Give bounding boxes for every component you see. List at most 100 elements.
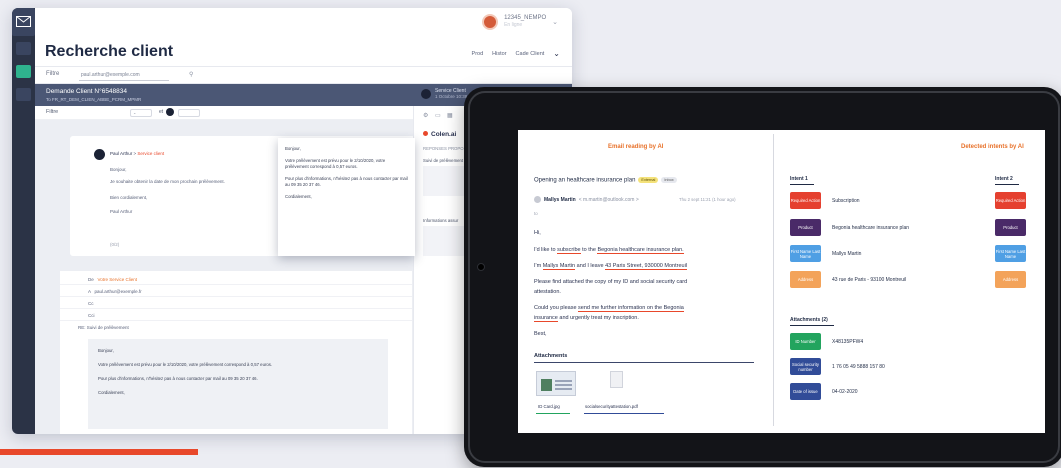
assistant-title: Colen.ai [423, 131, 456, 138]
thread-filter-row: Filtre ⌄ et [35, 106, 413, 120]
grid-icon[interactable]: ▦ [447, 112, 453, 119]
intent-1-label: Intent 1 [790, 176, 808, 182]
attachments-title: Attachments (2) [790, 317, 828, 323]
tag-name: First Name Last Name [790, 245, 821, 262]
attachment-value: 04-02-2020 [832, 389, 858, 395]
intent-2-label: Intent 2 [995, 176, 1013, 182]
inbox-badge: Inbox [661, 177, 677, 183]
composite-scene: 12345_NEMPO En ligne ⌄ Recherche client P… [0, 0, 1061, 468]
tag-product: Product [790, 219, 821, 236]
search-icon[interactable]: ⚲ [189, 71, 193, 78]
filter-select-2[interactable] [178, 109, 200, 117]
avatar [482, 14, 499, 30]
reply-subject[interactable]: RE: Suivi de prélèvement [60, 323, 412, 333]
intents-panel-title: Detected intents by AI [961, 144, 1024, 150]
avatar [534, 196, 541, 203]
agent-dot [166, 108, 174, 116]
accent-bar [0, 449, 198, 455]
email-sender: Mallys Martin < m.martin@outlook.com > [534, 196, 639, 203]
chat-app-button[interactable] [16, 65, 31, 78]
top-bar: 12345_NEMPO En ligne ⌄ [35, 8, 572, 36]
attachments-label: Attachments [534, 353, 568, 359]
email-timestamp: Thu 2 sept 11:21 (1 hour ago) [679, 197, 736, 202]
attachment-filename[interactable]: socialsecurityattestation.pdf [585, 404, 638, 409]
nav-histor[interactable]: Histor [492, 51, 506, 57]
tag-social-security: Social security number [790, 358, 821, 375]
top-nav: Prod Histor Cade Client ⌄ [472, 49, 560, 58]
chevron-down-icon[interactable]: ⌄ [553, 49, 560, 58]
user-name: 12345_NEMPO En ligne [504, 15, 547, 28]
message-line: Paul Arthur [110, 209, 133, 214]
intents-panel: Detected intents by AI Intent 1 Intent 2… [776, 130, 1045, 433]
intent-value: 43 rue de Paris - 93100 Montreuil [832, 277, 907, 283]
mail-icon [16, 16, 31, 27]
et-label: et [159, 109, 164, 115]
reply-cc-field[interactable]: Cc [60, 299, 412, 309]
tag-required-action: Required Action [790, 192, 821, 209]
filter-select-1[interactable]: ⌄ [130, 109, 152, 117]
reply-body[interactable]: Bonjour, Votre prélèvement est prévu pou… [88, 339, 388, 429]
filter-label: Filtre [46, 71, 60, 77]
reply-cci-field[interactable]: Cci [60, 311, 412, 321]
email-line: attestation. [534, 289, 561, 295]
external-badge: External [638, 177, 659, 183]
settings-icon[interactable]: ⚙ [423, 112, 428, 119]
email-line: Please find attached the copy of my ID a… [534, 279, 688, 285]
email-subject: Opening an healthcare insurance plan Exte… [534, 177, 677, 184]
reply-composer: De Votre Service Client A paul.arthur@ex… [60, 271, 412, 434]
reply-from-row: De Votre Service Client [60, 275, 412, 285]
message-line: Bonjour, [110, 167, 127, 172]
user-menu[interactable]: 12345_NEMPO En ligne ⌄ [482, 14, 558, 30]
attachment-filename[interactable]: ID Card.jpg [538, 404, 560, 409]
email-panel: Email reading by AI Opening an healthcar… [518, 130, 773, 433]
intent-value: Begonia healthcare insurance plan [832, 225, 909, 231]
tag-date-of-issue: Date of issue [790, 383, 821, 400]
tag-product: Product [995, 219, 1026, 236]
email-line: I'd like to subscribe to the Begonia hea… [534, 247, 684, 254]
attachment-value: X48135PFW4 [832, 339, 864, 345]
window-icon[interactable]: ▭ [435, 112, 441, 119]
tag-id-number: ID Number [790, 333, 821, 350]
tag-required-action: Required Action [995, 192, 1026, 209]
filter2-label: Filtre [46, 109, 59, 115]
attachment-value: 1 76 05 49 5888 157 80 [832, 364, 885, 370]
tablet-screen: Email reading by AI Opening an healthcar… [518, 130, 1045, 433]
request-title: Demande Client N°6548834 [46, 88, 128, 95]
camera-icon [477, 263, 485, 271]
email-line: Best, [534, 331, 547, 337]
tag-name: First Name Last Name [995, 245, 1026, 262]
email-line: Could you please send me further informa… [534, 305, 684, 312]
search-input[interactable]: paul.arthur@exemple.com [79, 72, 169, 81]
email-line: insurance and urgently treat my inscript… [534, 315, 639, 322]
page-title: Recherche client [45, 43, 174, 60]
chevron-down-icon: ⌄ [552, 19, 558, 26]
service-info: Service Client 1 Octobre 10:38 [435, 88, 468, 99]
nav-cade-client[interactable]: Cade Client [516, 51, 545, 57]
tag-address: Address [995, 271, 1026, 288]
request-sub: To FR_RT_DEM_CLIEN_ABBE_PCRM_MPMR [46, 97, 142, 102]
avatar [94, 149, 105, 160]
app-rail [12, 8, 35, 434]
id-card-thumbnail[interactable] [536, 371, 576, 396]
nav-prod[interactable]: Prod [472, 51, 484, 57]
message-line: Bien cordialement, [110, 195, 148, 200]
message-line: Je souhaite obtenir la date de mon proch… [110, 179, 225, 184]
message-from: Paul Arthur > Service client [110, 151, 165, 156]
document-app-button[interactable] [16, 88, 31, 101]
search-row: Filtre paul.arthur@exemple.com ⚲ [35, 66, 572, 84]
email-to: to [534, 211, 538, 216]
suggestion-item[interactable]: Informations assur [423, 218, 458, 223]
pdf-thumbnail[interactable] [610, 371, 623, 388]
intent-value: Subscription [832, 198, 860, 204]
intent-value: Mallys Martin [832, 251, 862, 257]
email-panel-title: Email reading by AI [608, 144, 664, 150]
service-avatar [421, 89, 431, 99]
suggestion-item[interactable]: Suivi de prélèvement [423, 158, 463, 163]
email-line: Hi, [534, 230, 541, 236]
response-preview-popup: Bonjour, Votre prélèvement est prévu pou… [278, 138, 415, 256]
reply-to-field[interactable]: A paul.arthur@exemple.fr [60, 287, 412, 297]
phone-app-button[interactable] [16, 42, 31, 55]
message-counter: (0/2) [110, 242, 120, 247]
mail-app-button[interactable] [12, 8, 35, 36]
email-line: I'm Mallys Martin and I leave 43 Paris S… [534, 263, 688, 270]
